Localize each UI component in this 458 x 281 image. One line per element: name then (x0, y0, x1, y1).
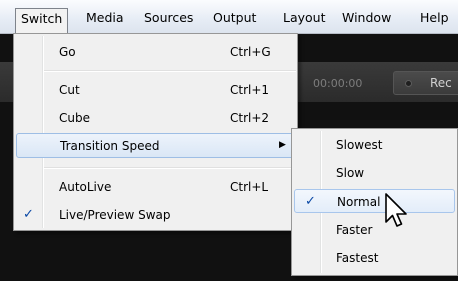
submenu-item-fastest[interactable]: Fastest (294, 246, 455, 270)
submenu-item-label: Slow (336, 166, 365, 180)
menu-separator (44, 70, 296, 72)
menu-item-autolive[interactable]: AutoLive Ctrl+L (16, 176, 295, 198)
submenu-item-slowest[interactable]: Slowest (294, 133, 455, 157)
menu-separator (44, 167, 296, 169)
timecode-display: 00:00:00 (313, 77, 363, 90)
record-button[interactable]: Rec (393, 71, 458, 95)
submenu-item-normal[interactable]: ✓ Normal (294, 189, 455, 213)
menu-item-go[interactable]: Go Ctrl+G (16, 41, 295, 63)
menu-item-label: Cube (59, 111, 90, 125)
submenu-arrow-icon: ▶ (279, 140, 286, 150)
menu-window[interactable]: Window (337, 9, 396, 31)
menu-item-shortcut: Ctrl+2 (230, 111, 270, 125)
submenu-item-label: Faster (336, 223, 373, 237)
menu-layout[interactable]: Layout (278, 9, 331, 31)
menu-item-label: Go (59, 45, 76, 59)
switch-menu: Go Ctrl+G Cut Ctrl+1 Cube Ctrl+2 Transit… (13, 33, 298, 231)
record-dot-icon (405, 80, 412, 87)
menu-bar: Switch Media Sources Output Layout Windo… (0, 0, 458, 34)
record-label: Rec (430, 76, 452, 90)
menu-item-cut[interactable]: Cut Ctrl+1 (16, 79, 295, 101)
transition-speed-submenu: Slowest Slow ✓ Normal Faster Fastest (291, 128, 458, 276)
submenu-item-faster[interactable]: Faster (294, 218, 455, 242)
submenu-item-slow[interactable]: Slow (294, 161, 455, 185)
menu-switch[interactable]: Switch (15, 8, 69, 33)
mouse-pointer-icon (385, 193, 407, 227)
menu-gutter (42, 36, 43, 228)
menu-item-label: Cut (59, 83, 80, 97)
menu-item-shortcut: Ctrl+1 (230, 83, 270, 97)
menu-item-label: AutoLive (59, 180, 112, 194)
checkmark-icon: ✓ (305, 194, 316, 209)
menu-item-shortcut: Ctrl+G (230, 45, 271, 59)
menu-item-label: Live/Preview Swap (59, 208, 171, 222)
menu-help[interactable]: Help (415, 9, 454, 31)
submenu-item-label: Fastest (336, 251, 379, 265)
checkmark-icon: ✓ (23, 207, 34, 222)
menu-item-shortcut: Ctrl+L (230, 180, 269, 194)
menu-item-live-preview-swap[interactable]: ✓ Live/Preview Swap (16, 204, 295, 226)
menu-sources[interactable]: Sources (139, 9, 198, 31)
menu-media[interactable]: Media (81, 9, 129, 31)
menu-item-cube[interactable]: Cube Ctrl+2 (16, 107, 295, 129)
menu-item-label: Transition Speed (60, 139, 160, 153)
menu-item-transition-speed[interactable]: Transition Speed ▶ (16, 133, 295, 158)
submenu-item-label: Normal (337, 195, 381, 209)
menu-output[interactable]: Output (208, 9, 261, 31)
submenu-item-label: Slowest (336, 138, 383, 152)
